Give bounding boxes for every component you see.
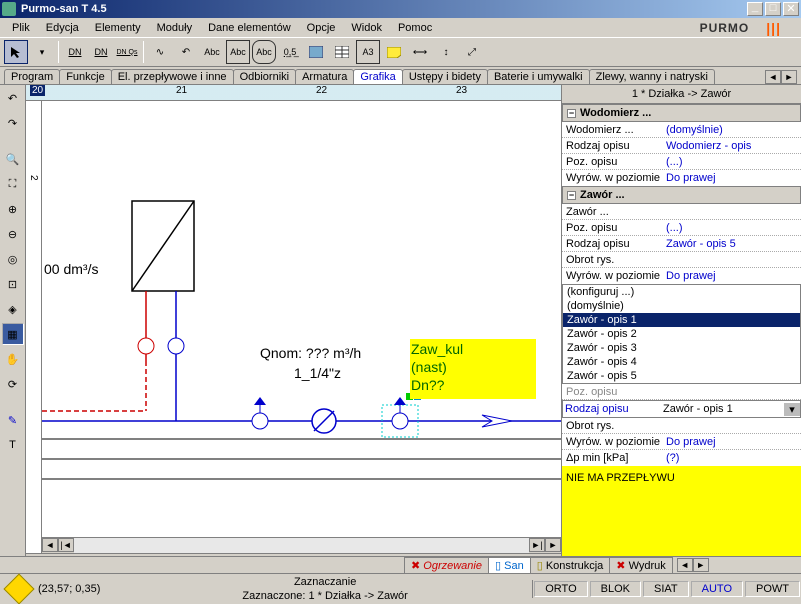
tool-dim-v[interactable]: ↕ xyxy=(434,40,458,64)
opis-dropdown[interactable]: (konfiguruj ...) (domyślnie) Zawór - opi… xyxy=(562,284,801,384)
menu-elementy[interactable]: Elementy xyxy=(87,20,149,36)
rodzaj-opisu-editor[interactable]: Rodzaj opisu Zawór - opis 1▾ xyxy=(562,400,801,418)
redo-icon[interactable]: ↷ xyxy=(2,112,24,134)
layer-icon[interactable]: ▦ xyxy=(2,323,24,345)
dim-label: 1_1/4"z xyxy=(294,365,341,381)
menu-moduly[interactable]: Moduły xyxy=(149,20,200,36)
tool-abc-rect[interactable]: Abc xyxy=(226,40,250,64)
status-modes: ORTO BLOK SIAT AUTO POWT xyxy=(532,580,801,598)
tool-image[interactable] xyxy=(304,40,328,64)
zoom-window-icon[interactable]: ⛶ xyxy=(2,173,24,195)
mode-siat[interactable]: SIAT xyxy=(643,581,689,597)
output-tabs: ✖ Ogrzewanie ▯ San ▯ Konstrukcja ✖ Wydru… xyxy=(405,557,673,574)
tool-arrow[interactable] xyxy=(4,40,28,64)
hscroll-end[interactable]: ►| xyxy=(529,538,545,552)
property-panel: 1 * Działka -> Zawór −Wodomierz ... Wodo… xyxy=(561,85,801,573)
titlebar: Purmo-san T 4.5 _ □ ✕ xyxy=(0,0,801,18)
toolbar: ▾ DN DN DN Qs ∿ ↶ Abc Abc Abc 0̲,5̲ A3 ⟷… xyxy=(0,37,801,67)
status-bar: (23,57; 0,35) Zaznaczanie Zaznaczone: 1 … xyxy=(0,573,801,603)
zoom-in-icon[interactable]: 🔍 xyxy=(2,148,24,170)
ruler-vertical: 2 xyxy=(26,101,42,553)
tool-half[interactable]: 0̲,5̲ xyxy=(278,40,302,64)
menu-plik[interactable]: Plik xyxy=(4,20,38,36)
section-wodomierz[interactable]: −Wodomierz ... xyxy=(562,104,801,122)
tool-undo-shape[interactable]: ↶ xyxy=(174,40,198,64)
flow-unit-label: 00 dm³/s xyxy=(44,261,98,277)
tab-scroll-right[interactable]: ► xyxy=(781,70,797,84)
pencil-icon[interactable]: ✎ xyxy=(2,409,24,431)
tool-wave[interactable]: ∿ xyxy=(148,40,172,64)
brand-logo: PURMO||| xyxy=(684,19,797,37)
btab-wydruk[interactable]: ✖ Wydruk xyxy=(609,557,672,574)
zoom-plus-icon[interactable]: ⊕ xyxy=(2,198,24,220)
zoom-extents-icon[interactable]: ⊡ xyxy=(2,273,24,295)
drawing-canvas[interactable]: 00 dm³/s Qnom: ??? m³/h 1_1/4"z Zaw_kul … xyxy=(42,101,561,553)
tab-grafika[interactable]: Grafika xyxy=(353,69,402,84)
maximize-button[interactable]: □ xyxy=(765,2,781,16)
tab-baterie[interactable]: Baterie i umywalki xyxy=(487,69,590,84)
menu-edycja[interactable]: Edycja xyxy=(38,20,87,36)
tool-a3[interactable]: A3 xyxy=(356,40,380,64)
pan-icon[interactable]: ✋ xyxy=(2,348,24,370)
hscroll-right[interactable]: ► xyxy=(545,538,561,552)
tool-abc-round[interactable]: Abc xyxy=(252,40,276,64)
zoom-scale-icon[interactable]: ◈ xyxy=(2,298,24,320)
valve-annotation: Zaw_kul (nast) Dn?? xyxy=(410,339,536,399)
section-zawor[interactable]: −Zawór ... xyxy=(562,186,801,204)
tool-dn2[interactable]: DN xyxy=(89,40,113,64)
menubar: Plik Edycja Elementy Moduły Dane element… xyxy=(0,18,801,37)
menu-dane[interactable]: Dane elementów xyxy=(200,20,299,36)
zoom-minus-icon[interactable]: ⊖ xyxy=(2,223,24,245)
property-title: 1 * Działka -> Zawór xyxy=(562,85,801,104)
tool-dn1[interactable]: DN xyxy=(63,40,87,64)
refresh-icon[interactable]: ⟳ xyxy=(2,373,24,395)
zoom-fit-icon[interactable]: ◎ xyxy=(2,248,24,270)
mode-orto[interactable]: ORTO xyxy=(534,581,587,597)
hscroll-start[interactable]: |◄ xyxy=(58,538,74,552)
status-diamond-icon xyxy=(3,573,34,604)
window-title: Purmo-san T 4.5 xyxy=(19,3,745,15)
status-center: Zaznaczanie Zaznaczone: 1 * Działka -> Z… xyxy=(118,575,532,603)
tab-elprzeplyw[interactable]: El. przepływowe i inne xyxy=(111,69,234,84)
close-button[interactable]: ✕ xyxy=(783,2,799,16)
tab-ustepy[interactable]: Ustępy i bidety xyxy=(402,69,488,84)
mode-powt[interactable]: POWT xyxy=(745,581,800,597)
btab-ogrzewanie[interactable]: ✖ Ogrzewanie xyxy=(404,557,489,574)
tool-abc[interactable]: Abc xyxy=(200,40,224,64)
tab-armatura[interactable]: Armatura xyxy=(295,69,354,84)
view-toolbar: ↶ ↷ 🔍 ⛶ ⊕ ⊖ ◎ ⊡ ◈ ▦ ✋ ⟳ ✎ T xyxy=(0,85,26,573)
tab-funkcje[interactable]: Funkcje xyxy=(59,69,112,84)
status-coord: (23,57; 0,35) xyxy=(38,583,118,595)
tool-table-icon[interactable] xyxy=(330,40,354,64)
tool-dnqs[interactable]: DN Qs xyxy=(115,40,139,64)
btab-scroll-right[interactable]: ► xyxy=(693,558,709,572)
text-tool-icon[interactable]: T xyxy=(2,434,24,456)
btab-konstrukcja[interactable]: ▯ Konstrukcja xyxy=(530,557,611,574)
category-tabs: Program Funkcje El. przepływowe i inne O… xyxy=(0,67,801,85)
hscroll-left[interactable]: ◄ xyxy=(42,538,58,552)
menu-pomoc[interactable]: Pomoc xyxy=(390,20,440,36)
minimize-button[interactable]: _ xyxy=(747,2,763,16)
menu-widok[interactable]: Widok xyxy=(343,20,390,36)
ruler-horizontal: 20 21 22 23 xyxy=(26,85,561,101)
tab-odbiorniki[interactable]: Odbiorniki xyxy=(233,69,297,84)
val-wodomierz[interactable]: (domyślnie) xyxy=(662,124,801,136)
qnom-label: Qnom: ??? m³/h xyxy=(260,345,361,361)
tab-scroll-left[interactable]: ◄ xyxy=(765,70,781,84)
dropdown-arrow[interactable]: ▾ xyxy=(30,40,54,64)
undo-icon[interactable]: ↶ xyxy=(2,87,24,109)
menu-opcje[interactable]: Opcje xyxy=(299,20,344,36)
mode-blok[interactable]: BLOK xyxy=(590,581,641,597)
btab-scroll-left[interactable]: ◄ xyxy=(677,558,693,572)
canvas-area: 20 21 22 23 2 xyxy=(26,85,561,573)
tool-dim-h[interactable]: ⟷ xyxy=(408,40,432,64)
tool-note[interactable] xyxy=(382,40,406,64)
tool-dim-d[interactable]: ⤢ xyxy=(460,40,484,64)
tab-zlewy[interactable]: Zlewy, wanny i natryski xyxy=(589,69,715,84)
app-icon xyxy=(2,2,16,16)
tab-program[interactable]: Program xyxy=(4,69,60,84)
mode-auto[interactable]: AUTO xyxy=(691,581,743,597)
btab-san[interactable]: ▯ San xyxy=(488,557,531,574)
